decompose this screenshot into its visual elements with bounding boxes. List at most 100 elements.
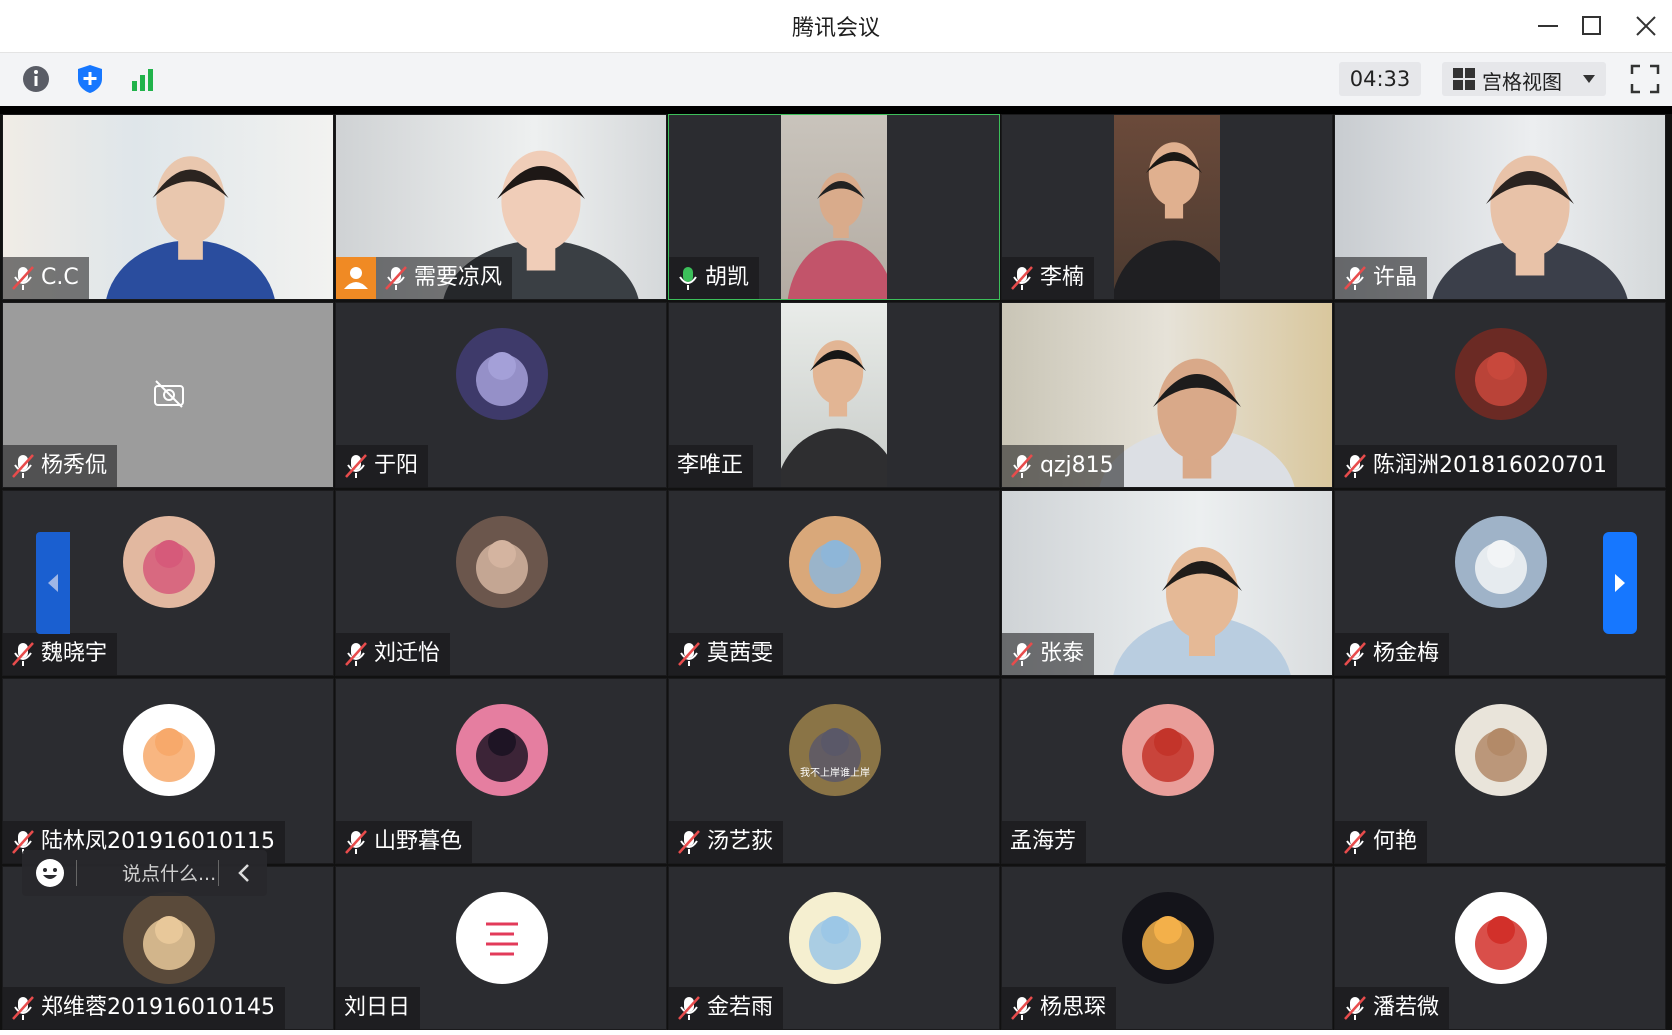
avatar-image [486, 922, 518, 956]
participant-nameplate: 杨金梅 [1335, 633, 1450, 675]
network-status-button[interactable] [126, 61, 162, 97]
video-feed [781, 115, 887, 299]
participant-tile[interactable]: 莫茜雯 [668, 490, 1000, 676]
participant-tile[interactable]: 杨秀侃 [2, 302, 334, 488]
mic-muted-icon [678, 642, 700, 666]
mic-muted-icon [12, 454, 34, 478]
close-icon [1636, 16, 1656, 36]
avatar [123, 704, 215, 796]
participant-nameplate: 杨秀侃 [3, 445, 118, 487]
chevron-left-icon [48, 574, 58, 592]
participant-name: 于阳 [374, 453, 419, 478]
participant-name: 刘迁怡 [374, 641, 441, 666]
maximize-button[interactable] [1572, 8, 1612, 44]
shield-icon [78, 65, 102, 93]
participant-tile[interactable]: 李楠 [1001, 114, 1333, 300]
avatar [1455, 892, 1547, 984]
participant-tile[interactable]: 我不上岸谁上岸 汤艺荻 [668, 678, 1000, 864]
mic-active-icon [679, 267, 697, 290]
prev-page-button[interactable] [36, 532, 70, 634]
mic-muted-icon [12, 642, 34, 666]
next-page-button[interactable] [1603, 532, 1637, 634]
participant-name: 孟海芳 [1010, 829, 1077, 854]
view-mode-label: 宫格视图 [1482, 70, 1562, 94]
emoji-icon[interactable] [34, 857, 66, 889]
avatar [1122, 704, 1214, 796]
avatar-image [1142, 728, 1194, 782]
participant-name: 郑维蓉201916010145 [41, 995, 275, 1020]
app-title: 腾讯会议 [791, 16, 880, 41]
mic-muted-icon [678, 830, 700, 854]
participant-tile[interactable]: qzj815 [1001, 302, 1333, 488]
avatar-image [1142, 916, 1194, 970]
avatar-image [1475, 916, 1527, 970]
participant-nameplate: 杨思琛 [1002, 987, 1117, 1029]
avatar: 我不上岸谁上岸 [789, 704, 881, 796]
fullscreen-icon [1630, 64, 1660, 94]
fullscreen-button[interactable] [1628, 62, 1662, 96]
security-button[interactable] [72, 61, 108, 97]
mic-muted-icon [1344, 996, 1366, 1020]
participant-name: 许晶 [1373, 265, 1418, 290]
participant-nameplate: qzj815 [1002, 445, 1124, 487]
chat-input[interactable]: 说点什么... [122, 859, 216, 886]
participant-tile[interactable]: 刘日日 [335, 866, 667, 1030]
participant-name: 刘日日 [344, 995, 411, 1020]
participant-tile[interactable]: 孟海芳 [1001, 678, 1333, 864]
camera-off-icon [154, 380, 184, 408]
video-feed [1114, 115, 1220, 299]
minimize-button[interactable] [1528, 8, 1568, 44]
participant-tile[interactable]: 山野暮色 [335, 678, 667, 864]
participant-tile[interactable]: 杨思琛 [1001, 866, 1333, 1030]
participant-tile[interactable]: 许晶 [1334, 114, 1666, 300]
participant-name: 汤艺荻 [707, 829, 774, 854]
participant-tile[interactable]: 陆林凤201916010115 [2, 678, 334, 864]
participant-name: C.C [41, 265, 79, 290]
participant-nameplate: 汤艺荻 [669, 821, 784, 863]
participant-tile[interactable]: 何艳 [1334, 678, 1666, 864]
participant-tile[interactable]: 张泰 [1001, 490, 1333, 676]
participant-name: 金若雨 [707, 995, 774, 1020]
participant-name: 李楠 [1040, 265, 1085, 290]
mic-muted-icon [678, 996, 700, 1020]
participant-tile[interactable]: 胡凯 [668, 114, 1000, 300]
avatar [456, 516, 548, 608]
participant-name: 杨金梅 [1373, 641, 1440, 666]
collapse-chevron-icon[interactable] [236, 863, 252, 883]
participant-tile[interactable]: 李唯正 [668, 302, 1000, 488]
avatar-image [476, 540, 528, 594]
avatar-image [143, 728, 195, 782]
close-button[interactable] [1626, 8, 1666, 44]
title-bar: 腾讯会议 [0, 0, 1672, 53]
avatar-image [1475, 540, 1527, 594]
mic-muted-icon [345, 830, 367, 854]
participant-nameplate: 陈润洲201816020701 [1335, 445, 1617, 487]
view-mode-dropdown[interactable]: 宫格视图 [1442, 62, 1606, 96]
participant-name: 张泰 [1040, 641, 1085, 666]
participant-nameplate: 许晶 [1335, 257, 1428, 299]
avatar [789, 516, 881, 608]
participant-tile[interactable]: 于阳 [335, 302, 667, 488]
participant-nameplate: 刘日日 [336, 987, 421, 1029]
mic-muted-icon [345, 454, 367, 478]
participant-name: 陈润洲201816020701 [1373, 453, 1607, 478]
participant-name: 杨秀侃 [41, 453, 108, 478]
participant-name: 杨思琛 [1040, 995, 1107, 1020]
participant-tile[interactable]: 刘迁怡 [335, 490, 667, 676]
participant-nameplate: 金若雨 [669, 987, 784, 1029]
participant-tile[interactable]: 陈润洲201816020701 [1334, 302, 1666, 488]
avatar [456, 892, 548, 984]
participant-tile[interactable]: 金若雨 [668, 866, 1000, 1030]
participant-name: 胡凯 [705, 265, 750, 290]
signal-bars-icon [132, 69, 153, 91]
participant-tile[interactable]: 潘若微 [1334, 866, 1666, 1030]
participant-tile[interactable]: C.C [2, 114, 334, 300]
mic-muted-icon [385, 266, 407, 290]
mic-muted-icon [1011, 996, 1033, 1020]
participant-nameplate: 胡凯 [669, 257, 760, 299]
participant-tile[interactable]: 需要凉风 [335, 114, 667, 300]
chat-bar: 说点什么... [22, 850, 267, 896]
meeting-info-button[interactable] [18, 61, 54, 97]
video-feed [781, 303, 887, 487]
participant-name: 山野暮色 [374, 829, 463, 854]
